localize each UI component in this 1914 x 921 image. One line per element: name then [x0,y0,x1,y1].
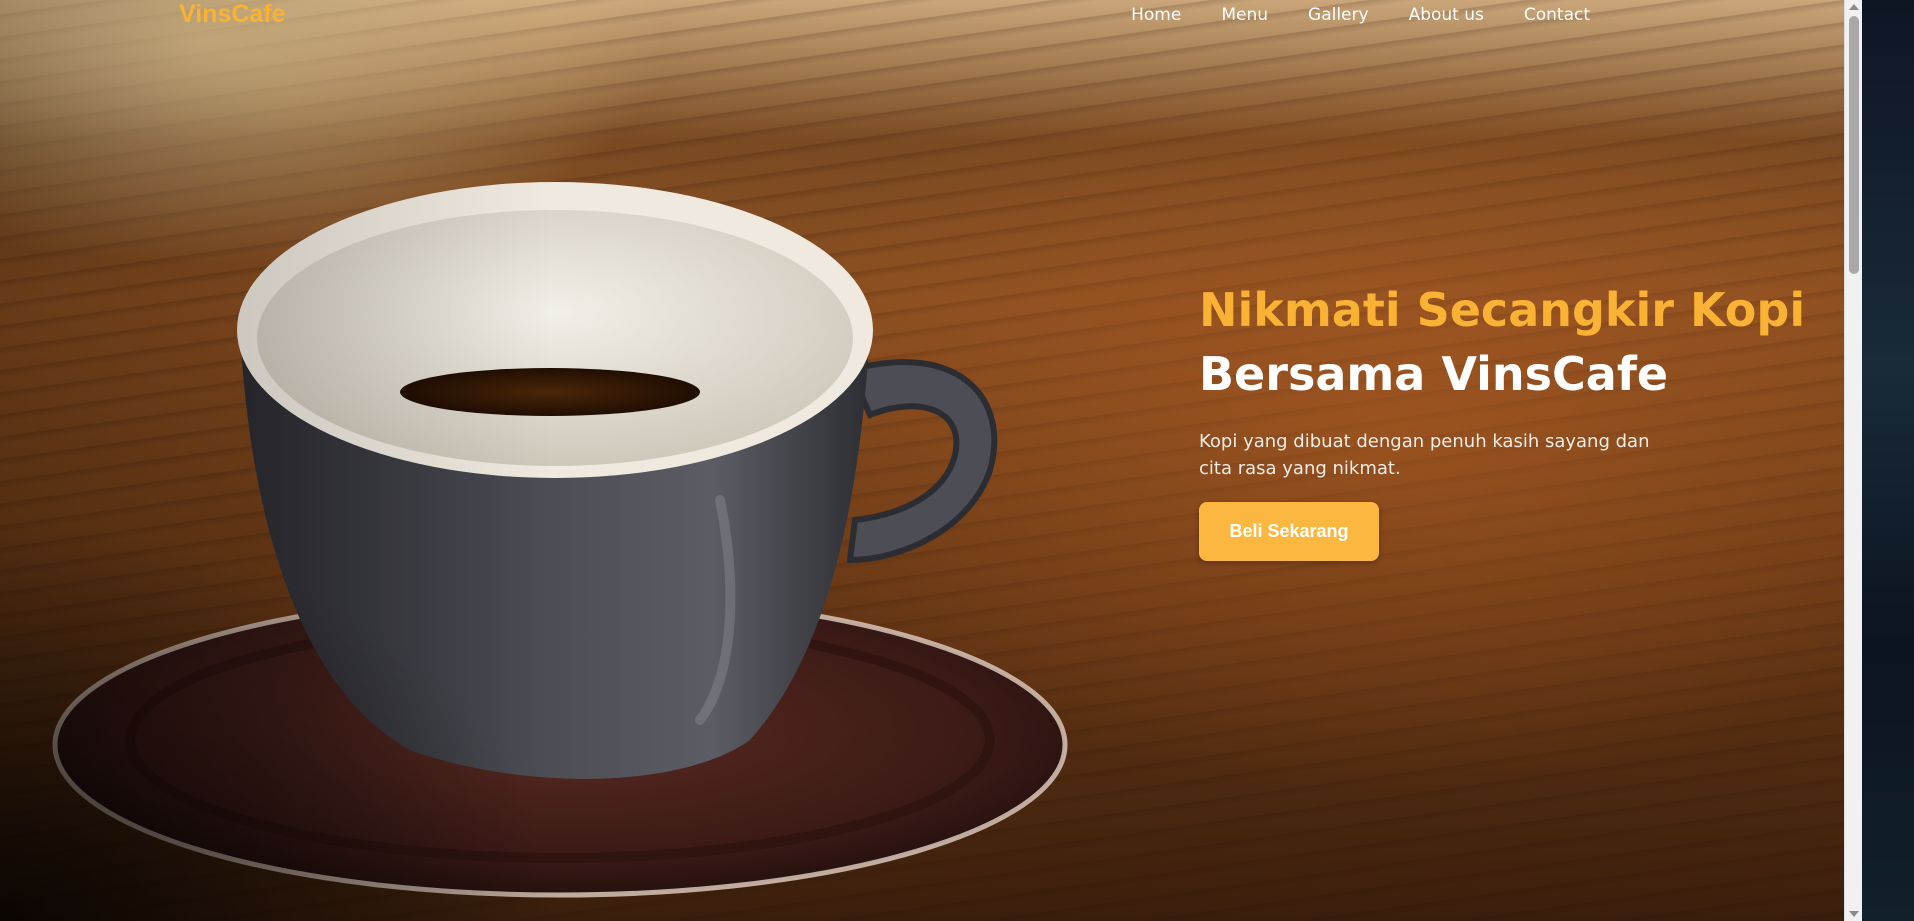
page-scrollbar[interactable] [1844,0,1862,921]
desktop-background [1862,0,1914,921]
hero-section: VinsCafe Home Menu Gallery About us Cont… [0,0,1844,921]
hero-description: Kopi yang dibuat dengan penuh kasih saya… [1199,431,1650,479]
coffee-cup-image [52,182,1068,898]
hero-content: Nikmati Secangkir Kopi Bersama VinsCafe … [1199,278,1819,561]
nav-item-about-us[interactable]: About us [1409,4,1484,26]
brand-logo[interactable]: VinsCafe [179,0,286,28]
scroll-up-arrow-icon[interactable] [1849,4,1859,10]
hero-title-highlight: Nikmati Secangkir Kopi [1199,283,1806,337]
nav-item-home[interactable]: Home [1131,4,1181,26]
nav-links: Home Menu Gallery About us Contact [1131,4,1590,26]
scrollbar-thumb[interactable] [1849,16,1859,274]
nav-item-menu[interactable]: Menu [1221,4,1268,26]
buy-now-button[interactable]: Beli Sekarang [1199,502,1379,561]
nav-item-gallery[interactable]: Gallery [1308,4,1369,26]
scroll-down-arrow-icon[interactable] [1849,911,1859,917]
hero-title: Bersama VinsCafe [1199,347,1669,401]
nav-item-contact[interactable]: Contact [1524,4,1590,26]
top-navbar: VinsCafe Home Menu Gallery About us Cont… [0,0,1844,32]
